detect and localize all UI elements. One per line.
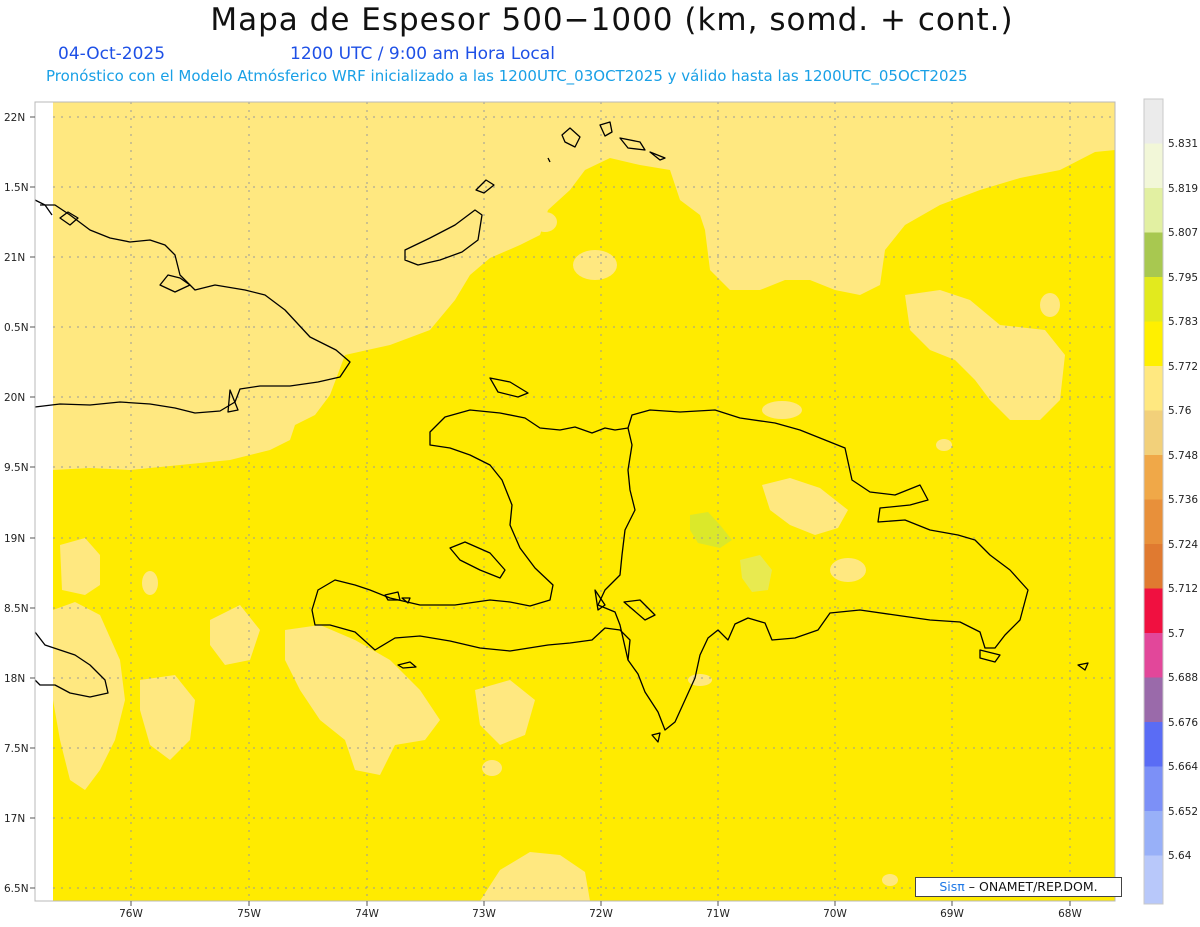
colorbar-segment [1144, 455, 1163, 500]
colorbar-segment [1144, 232, 1163, 277]
colorbar-segment [1144, 722, 1163, 767]
longitude-axis: 76W 75W 74W 73W 72W 71W 70W 69W 68W [119, 908, 1082, 920]
latitude-axis: 22N 1.5N 21N 0.5N 20N 9.5N 19N 8.5N 18N … [4, 112, 29, 895]
colorbar-segment [1144, 633, 1163, 678]
colorbar-segment [1144, 277, 1163, 322]
colorbar [1143, 98, 1164, 905]
lat-label: 22N [4, 112, 25, 124]
colorbar-segment [1144, 99, 1163, 144]
sispi-logo: Sisπ [939, 879, 965, 894]
colorbar-segment [1144, 588, 1163, 633]
lat-label: 1.5N [4, 182, 29, 194]
lon-label: 75W [237, 908, 261, 920]
colorbar-label: 5.64 [1168, 850, 1192, 862]
credit-text: ONAMET/REP.DOM. [979, 879, 1098, 894]
lon-label: 76W [119, 908, 143, 920]
colorbar-label: 5.807 [1168, 227, 1198, 239]
colorbar-label: 5.748 [1168, 450, 1198, 462]
colorbar-segment [1144, 410, 1163, 455]
colorbar-segment [1144, 499, 1163, 544]
colorbar-label: 5.736 [1168, 494, 1198, 506]
lon-label: 70W [823, 908, 847, 920]
lon-label: 73W [472, 908, 496, 920]
colorbar-segment [1144, 766, 1163, 811]
colorbar-segment [1144, 321, 1163, 366]
lat-label: 21N [4, 252, 25, 264]
longitude-ticks [130, 901, 1071, 906]
lon-label: 74W [355, 908, 379, 920]
colorbar-segment [1144, 143, 1163, 188]
colorbar-label: 5.688 [1168, 672, 1198, 684]
lat-label: 0.5N [4, 322, 29, 334]
lon-label: 71W [706, 908, 730, 920]
lat-label: 20N [4, 392, 25, 404]
lon-label: 72W [589, 908, 613, 920]
colorbar-labels: 5.831 5.819 5.807 5.795 5.783 5.772 5.76… [1168, 138, 1198, 862]
colorbar-segment [1144, 366, 1163, 411]
lat-label: 8.5N [4, 603, 29, 615]
colorbar-segment [1144, 855, 1163, 904]
colorbar-segment [1144, 811, 1163, 856]
lat-label: 19N [4, 533, 25, 545]
colorbar-label: 5.772 [1168, 361, 1198, 373]
lat-label: 18N [4, 673, 25, 685]
colorbar-label: 5.664 [1168, 761, 1198, 773]
colorbar-label: 5.819 [1168, 183, 1198, 195]
latitude-ticks [30, 116, 35, 889]
thickness-map: 22N 1.5N 21N 0.5N 20N 9.5N 19N 8.5N 18N … [4, 98, 1198, 920]
colorbar-label: 5.712 [1168, 583, 1198, 595]
colorbar-segment [1144, 677, 1163, 722]
colorbar-segment [1144, 188, 1163, 233]
colorbar-label: 5.652 [1168, 806, 1198, 818]
credit-dash: – [968, 879, 976, 894]
colorbar-label: 5.7 [1168, 628, 1185, 640]
credit-box: Sisπ – ONAMET/REP.DOM. [915, 877, 1122, 897]
colorbar-label: 5.676 [1168, 717, 1198, 729]
colorbar-segment [1144, 544, 1163, 589]
colorbar-label: 5.76 [1168, 405, 1192, 417]
lat-label: 7.5N [4, 743, 29, 755]
lat-label: 6.5N [4, 883, 29, 895]
colorbar-label: 5.724 [1168, 539, 1198, 551]
lon-label: 68W [1058, 908, 1082, 920]
lat-label: 9.5N [4, 462, 29, 474]
lat-label: 17N [4, 813, 25, 825]
colorbar-label: 5.783 [1168, 316, 1198, 328]
lon-label: 69W [940, 908, 964, 920]
colorbar-label: 5.795 [1168, 272, 1198, 284]
colorbar-label: 5.831 [1168, 138, 1198, 150]
